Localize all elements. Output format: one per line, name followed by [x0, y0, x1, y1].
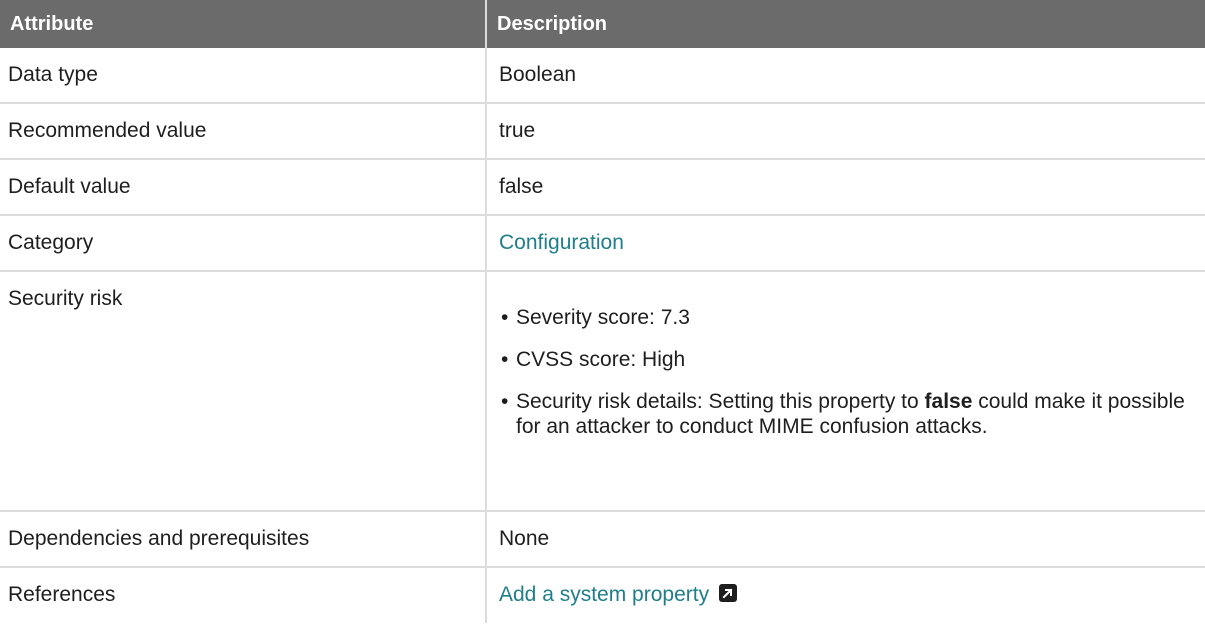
list-item: • Security risk details: Setting this pr… — [499, 389, 1195, 439]
severity-score-text: Severity score: 7.3 — [516, 306, 690, 329]
external-link-icon[interactable] — [719, 584, 738, 602]
header-description: Description — [485, 0, 1205, 48]
bullet-icon: • — [501, 348, 509, 371]
attr-dependencies: Dependencies and prerequisites — [0, 511, 486, 568]
risk-details-prefix: Security risk details: Setting this prop… — [516, 390, 925, 413]
attr-category: Category — [0, 215, 486, 272]
attribute-table: Attribute Description Data type Boolean … — [0, 0, 1205, 623]
value-data-type: Boolean — [485, 48, 1205, 104]
add-system-property-link[interactable]: Add a system property — [499, 583, 709, 606]
list-item: • CVSS score: High — [499, 347, 1195, 372]
attr-references: References — [8, 583, 116, 606]
table-header-row: Attribute Description — [0, 0, 1205, 48]
value-dependencies: None — [485, 511, 1205, 568]
table-row: Default value false — [0, 159, 1205, 216]
table-row: Category Configuration — [0, 215, 1205, 272]
bullet-icon: • — [501, 390, 509, 413]
security-risk-list: • Severity score: 7.3 • CVSS score: High… — [499, 305, 1195, 439]
value-default-value: false — [485, 159, 1205, 216]
header-attribute: Attribute — [0, 0, 486, 48]
table-row: Security risk • Severity score: 7.3 • CV… — [0, 271, 1205, 512]
value-references-cell: Add a system property — [485, 567, 1205, 623]
table-row: Recommended value true — [0, 103, 1205, 160]
attr-default-value: Default value — [0, 159, 486, 216]
cvss-score-text: CVSS score: High — [516, 348, 686, 371]
value-recommended-value: true — [485, 103, 1205, 160]
table-row: Dependencies and prerequisites None — [0, 511, 1205, 568]
category-link[interactable]: Configuration — [499, 231, 624, 254]
attr-recommended-value: Recommended value — [0, 103, 486, 160]
attr-data-type: Data type — [0, 48, 486, 104]
bullet-icon: • — [501, 306, 509, 329]
attr-security-risk: Security risk — [0, 271, 486, 512]
table-row: References Add a system property — [0, 567, 1205, 623]
value-category-cell: Configuration — [485, 215, 1205, 272]
value-security-risk: • Severity score: 7.3 • CVSS score: High… — [485, 271, 1205, 512]
table-row: Data type Boolean — [0, 48, 1205, 104]
risk-details-keyword: false — [924, 390, 973, 413]
list-item: • Severity score: 7.3 — [499, 305, 1195, 330]
